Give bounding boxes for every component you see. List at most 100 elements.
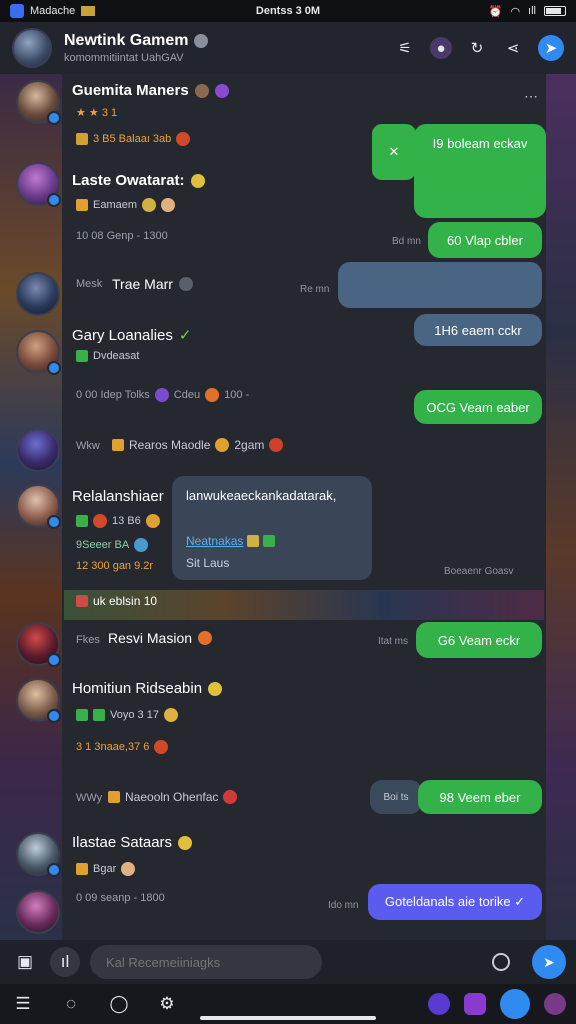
chat-meta: Voyo 3 17 <box>76 708 178 722</box>
chat-name-text: Gary Loanalies <box>72 326 173 344</box>
more-icon[interactable]: ⋯ <box>524 88 538 105</box>
chat-meta-prefix: Mesk <box>76 278 103 290</box>
send-button[interactable]: ➤ <box>532 945 566 979</box>
avatar <box>16 162 61 207</box>
chat-name-text: Guemita Maners <box>72 82 189 99</box>
group-avatar[interactable] <box>12 28 52 68</box>
settings-icon[interactable]: ⚙ <box>154 991 180 1017</box>
refresh-icon[interactable]: ↻ <box>466 37 488 59</box>
tag-icon <box>93 709 105 721</box>
message-bubble[interactable]: 60 Vlap cbler <box>428 222 542 258</box>
forward-button[interactable]: ✕ <box>372 124 416 180</box>
message-bubble[interactable]: 98 Veem eber <box>418 780 542 814</box>
emoji-icon <box>190 173 205 188</box>
chat-meta: Dvdeasat <box>76 350 139 362</box>
message-bubble[interactable]: 1H6 eaem cckr <box>414 314 542 346</box>
message-bubble[interactable]: I9 boleam eckav <box>414 124 546 218</box>
timestamp: Boeaenr Goasv <box>444 566 514 577</box>
status-left: Madache <box>10 4 200 18</box>
chat-meta-text: Bgar <box>93 863 117 875</box>
status-dot-icon <box>178 277 193 291</box>
share-icon[interactable]: ⋖ <box>502 37 524 59</box>
tag-icon <box>76 350 88 362</box>
tag-icon <box>76 515 88 527</box>
avatar <box>16 678 61 723</box>
chat-meta-sub2: 12 300 gan 9.2r <box>76 560 154 572</box>
message-input[interactable] <box>90 945 322 979</box>
app-shortcut-icon[interactable] <box>500 989 530 1019</box>
avatar <box>16 890 60 934</box>
chat-header: Newtink Gamem komommitiintat UahGAV ⚟ ● … <box>0 22 576 74</box>
chat-meta: Eamaem <box>76 198 176 212</box>
chat-meta-sub: 10 08 Genp - 1300 <box>76 230 168 242</box>
tag-icon <box>76 133 88 145</box>
chat-name: Relalanshiaer <box>72 488 164 505</box>
home-indicator[interactable] <box>200 1016 376 1020</box>
group-title: Newtink Gamem <box>64 32 189 49</box>
tag-icon <box>112 439 124 451</box>
attach-icon[interactable]: ▣ <box>10 947 40 977</box>
telegram-icon[interactable]: ➤ <box>538 35 564 61</box>
app-shortcut-icon[interactable] <box>464 993 486 1015</box>
emoji-icon <box>194 83 209 98</box>
emoji-picker-icon[interactable] <box>492 953 510 971</box>
message-bubble[interactable]: Goteldanals aie torike ✓ <box>368 884 542 920</box>
filter-icon[interactable]: ⚟ <box>394 37 416 59</box>
tag-icon <box>76 199 88 211</box>
header-title-row: Newtink Gamem <box>64 32 394 50</box>
profile-avatar-icon[interactable]: ● <box>430 37 452 59</box>
composer-bar: ▣ ıl ➤ <box>0 940 576 984</box>
chat-meta: Bgar <box>76 862 136 876</box>
chat-meta-sub: 3 1 3naae,37 6 <box>76 740 169 754</box>
app-shortcut-icon[interactable] <box>544 993 566 1015</box>
message-bubble[interactable]: G6 Veam eckr <box>416 622 542 658</box>
chat-name: Laste Owatarat: <box>72 172 205 189</box>
chat-meta-text: Dvdeasat <box>93 350 140 362</box>
card-footer: Sit Laus <box>186 556 230 570</box>
chat-name: Gary Loanalies ✓ <box>72 326 191 345</box>
verified-icon <box>194 34 209 48</box>
chat-name: Naeooln Ohenfac <box>108 790 238 804</box>
alarm-icon: ⏰ <box>488 5 503 18</box>
card-link-text: Neatnakas <box>186 534 244 548</box>
online-badge-icon <box>47 193 61 207</box>
chat-meta-text-b: Cdeu <box>173 389 201 401</box>
tag-icon <box>108 791 120 803</box>
chat-meta-text: Eamaem <box>93 199 138 211</box>
chat-name: Resvi Masion <box>108 630 213 646</box>
avatar <box>16 272 60 316</box>
emoji-icon <box>208 681 223 696</box>
chat-icon[interactable]: ◌ <box>58 991 84 1017</box>
tag-icon <box>76 863 88 875</box>
card-title: lanwukeaeckankadatarak, <box>186 488 337 503</box>
chat-name-text: Naeooln Ohenfac <box>125 790 219 804</box>
chat-meta-prefix: WWy <box>76 792 103 804</box>
status-app-label: Madache <box>30 5 76 17</box>
chat-meta-line: 3 B5 Balaaı 3ab <box>76 132 191 146</box>
sticker-icon <box>247 535 260 547</box>
card-link[interactable]: Neatnakas <box>186 534 276 548</box>
message-bubble[interactable]: OCG Veam eaber <box>414 390 542 424</box>
potion-icon <box>154 388 169 402</box>
pin-icon <box>142 198 157 212</box>
avatar <box>16 80 61 125</box>
badge-icon <box>214 83 229 98</box>
link-preview-card[interactable]: lanwukeaeckankadatarak, Neatnakas Sit La… <box>172 476 372 580</box>
pinned-banner[interactable]: uk eblsin 10 <box>76 594 157 608</box>
header-text[interactable]: Newtink Gamem komommitiintat UahGAV <box>64 32 394 64</box>
online-badge-icon <box>47 653 61 667</box>
chat-meta-prefix: Wkw <box>76 440 100 452</box>
avatar <box>16 484 61 529</box>
header-actions: ⚟ ● ↻ ⋖ ➤ <box>394 35 564 61</box>
bubble-icon[interactable]: ◯ <box>106 991 132 1017</box>
chat-name-text: Relalanshiaer <box>72 488 164 505</box>
face-icon <box>145 514 160 528</box>
menu-icon[interactable]: ☰ <box>10 991 36 1017</box>
gem-icon <box>134 538 149 552</box>
sticker-icon <box>263 535 276 547</box>
voice-icon[interactable]: ıl <box>50 947 80 977</box>
fire-icon <box>198 631 213 645</box>
app-shortcut-icon[interactable] <box>428 993 450 1015</box>
message-bubble[interactable] <box>338 262 542 308</box>
chat-meta-text: 3 B5 Balaaı 3ab <box>93 133 172 145</box>
